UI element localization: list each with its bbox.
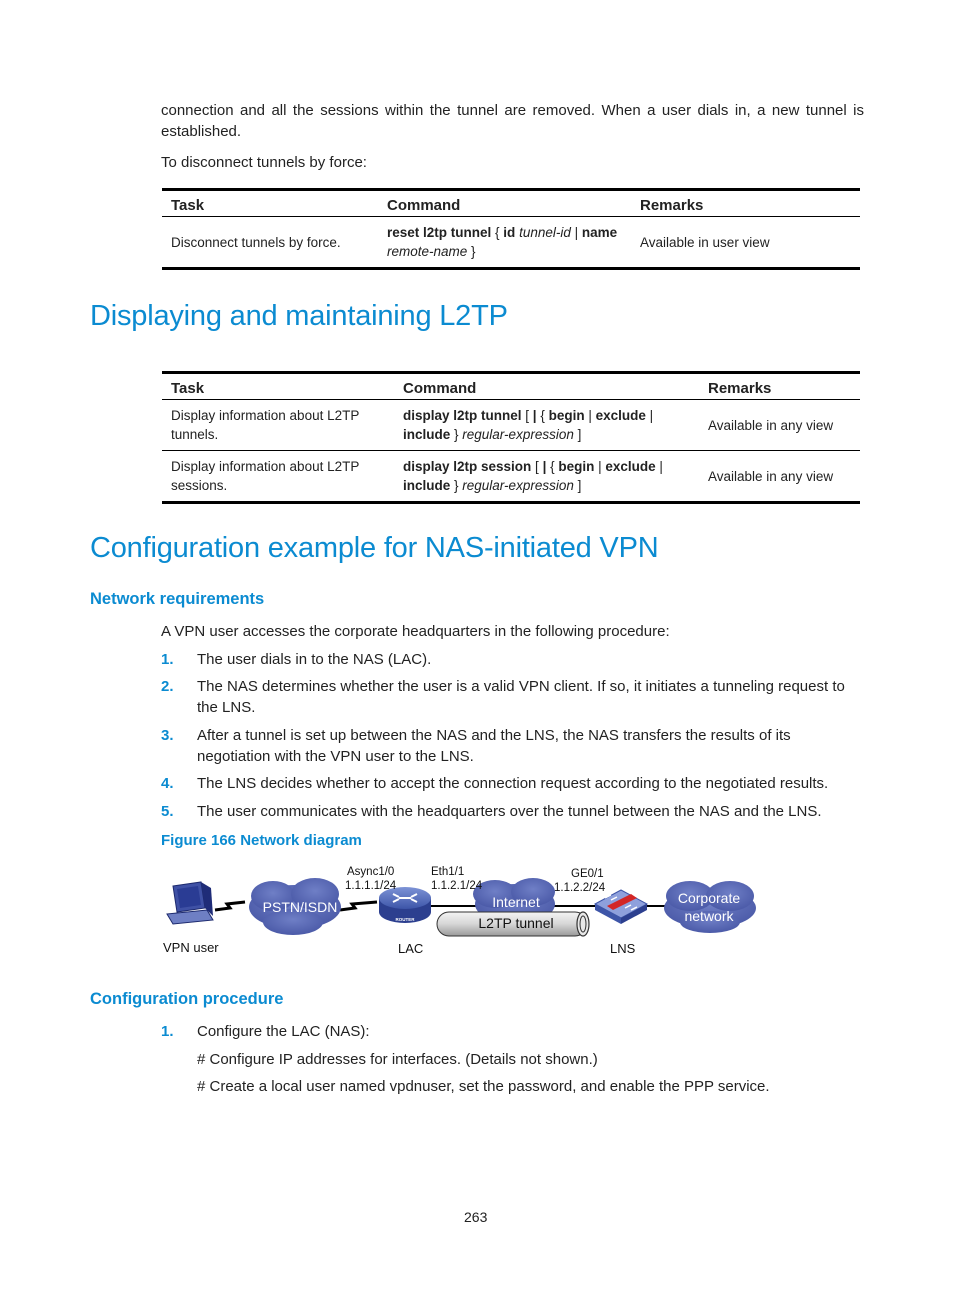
lac-label: LAC — [398, 941, 423, 956]
step-text: Configure the LAC (NAS): — [197, 1023, 370, 1040]
step-number: 1. — [161, 1023, 174, 1040]
task-cell: Disconnect tunnels by force. — [162, 216, 378, 270]
command-keyword: id — [503, 225, 516, 240]
dialup-link-user-pstn — [214, 900, 246, 912]
table-header-row: Task Command Remarks — [162, 188, 860, 217]
column-header-remarks: Remarks — [699, 371, 860, 400]
requirements-lead: A VPN user accesses the corporate headqu… — [161, 623, 670, 640]
procedure-note: # Configure IP addresses for interfaces.… — [197, 1051, 598, 1068]
command-keyword: begin — [558, 459, 595, 474]
command-syntax: | — [655, 459, 663, 474]
step-number: 1. — [161, 651, 174, 668]
table-row: Display information about L2TP sessions.… — [162, 450, 860, 504]
column-header-command: Command — [394, 371, 699, 400]
step-number: 5. — [161, 803, 174, 820]
column-header-task: Task — [162, 371, 394, 400]
remarks-cell: Available in user view — [631, 216, 860, 270]
command-keyword: name — [581, 225, 618, 240]
ge-interface-label: GE0/1 — [571, 868, 604, 880]
command-argument: remote-name — [387, 244, 468, 259]
router-badge: ROUTER — [396, 917, 416, 922]
command-syntax: } — [467, 244, 476, 259]
tunnel-label: L2TP tunnel — [478, 915, 553, 931]
vpn-user-label: VPN user — [163, 940, 219, 955]
corporate-network-cloud-icon — [664, 881, 756, 933]
pstn-label: PSTN/ISDN — [263, 899, 338, 915]
subsection-heading-network-requirements: Network requirements — [90, 590, 265, 608]
intro-paragraph: connection and all the sessions within t… — [161, 102, 864, 140]
corporate-label-line1: Corporate — [678, 890, 740, 906]
async-interface-label: Async1/0 — [347, 866, 394, 878]
figure-caption: Figure 166 Network diagram — [161, 832, 362, 849]
display-commands-table: Task Command Remarks Display information… — [162, 371, 860, 504]
corporate-label-line2: network — [684, 908, 734, 924]
pc-icon — [166, 881, 214, 925]
section-heading-displaying-maintaining: Displaying and maintaining L2TP — [90, 300, 508, 332]
subsection-heading-configuration-procedure: Configuration procedure — [90, 990, 284, 1008]
command-keyword: include — [403, 478, 451, 493]
async-ip-label: 1.1.1.1/24 — [345, 880, 397, 892]
command-argument: regular-expression — [462, 478, 574, 493]
command-argument: tunnel-id — [519, 225, 571, 240]
task-cell: Display information about L2TP tunnels. — [162, 399, 394, 451]
command-syntax: } — [450, 478, 463, 493]
step-text: The LNS decides whether to accept the co… — [197, 775, 829, 792]
step-text: The user dials in to the NAS (LAC). — [197, 651, 432, 668]
column-header-command: Command — [378, 188, 631, 217]
eth-ip-label: 1.1.2.1/24 — [431, 880, 483, 892]
command-keyword: display l2tp session — [403, 459, 532, 474]
step-text: After a tunnel is set up between the NAS… — [197, 727, 791, 765]
step-number: 4. — [161, 775, 174, 792]
command-syntax: [ — [521, 408, 533, 423]
task-cell: Display information about L2TP sessions. — [162, 450, 394, 504]
command-syntax: | — [570, 225, 582, 240]
disconnect-tunnels-table: Task Command Remarks Disconnect tunnels … — [162, 188, 860, 270]
column-header-remarks: Remarks — [631, 188, 860, 217]
step-text: The NAS determines whether the user is a… — [197, 678, 845, 716]
network-diagram: PSTN/ISDN Internet L2TP tunnel ROUTER Co… — [163, 866, 756, 956]
command-syntax: ] — [573, 427, 582, 442]
intro-lead: To disconnect tunnels by force: — [161, 154, 367, 171]
procedure-note: # Create a local user named vpdnuser, se… — [197, 1078, 770, 1095]
section-heading-configuration-example: Configuration example for NAS-initiated … — [90, 532, 659, 564]
dialup-link-pstn-lac — [339, 900, 378, 912]
table-header-row: Task Command Remarks — [162, 371, 860, 400]
command-syntax: | — [594, 459, 606, 474]
command-keyword: include — [403, 427, 451, 442]
page-number: 263 — [464, 1209, 488, 1225]
command-syntax: { — [546, 459, 559, 474]
command-cell: display l2tp tunnel [ | { begin | exclud… — [394, 399, 699, 451]
ge-ip-label: 1.1.2.2/24 — [554, 882, 606, 894]
remarks-cell: Available in any view — [699, 399, 860, 451]
eth-interface-label: Eth1/1 — [431, 866, 464, 878]
command-syntax: { — [491, 225, 504, 240]
firewall-icon — [593, 889, 649, 924]
command-syntax: { — [536, 408, 549, 423]
column-header-task: Task — [162, 188, 378, 217]
remarks-cell: Available in any view — [699, 450, 860, 504]
command-cell: reset l2tp tunnel { id tunnel-id | name … — [378, 216, 631, 270]
command-syntax: } — [450, 427, 463, 442]
command-cell: display l2tp session [ | { begin | exclu… — [394, 450, 699, 504]
command-keyword: begin — [548, 408, 585, 423]
lns-label: LNS — [610, 941, 636, 956]
command-argument: regular-expression — [462, 427, 574, 442]
command-syntax: ] — [573, 478, 582, 493]
step-number: 2. — [161, 678, 174, 695]
table-row: Disconnect tunnels by force. reset l2tp … — [162, 216, 860, 270]
table-row: Display information about L2TP tunnels. … — [162, 399, 860, 451]
command-syntax: | — [645, 408, 654, 423]
step-text: The user communicates with the headquart… — [197, 803, 822, 820]
command-syntax: | — [584, 408, 596, 423]
command-keyword: display l2tp tunnel — [403, 408, 522, 423]
command-keyword: reset l2tp tunnel — [387, 225, 492, 240]
step-number: 3. — [161, 727, 174, 744]
command-keyword: exclude — [605, 459, 656, 474]
command-keyword: exclude — [595, 408, 646, 423]
command-syntax: [ — [531, 459, 543, 474]
internet-label: Internet — [492, 894, 540, 910]
